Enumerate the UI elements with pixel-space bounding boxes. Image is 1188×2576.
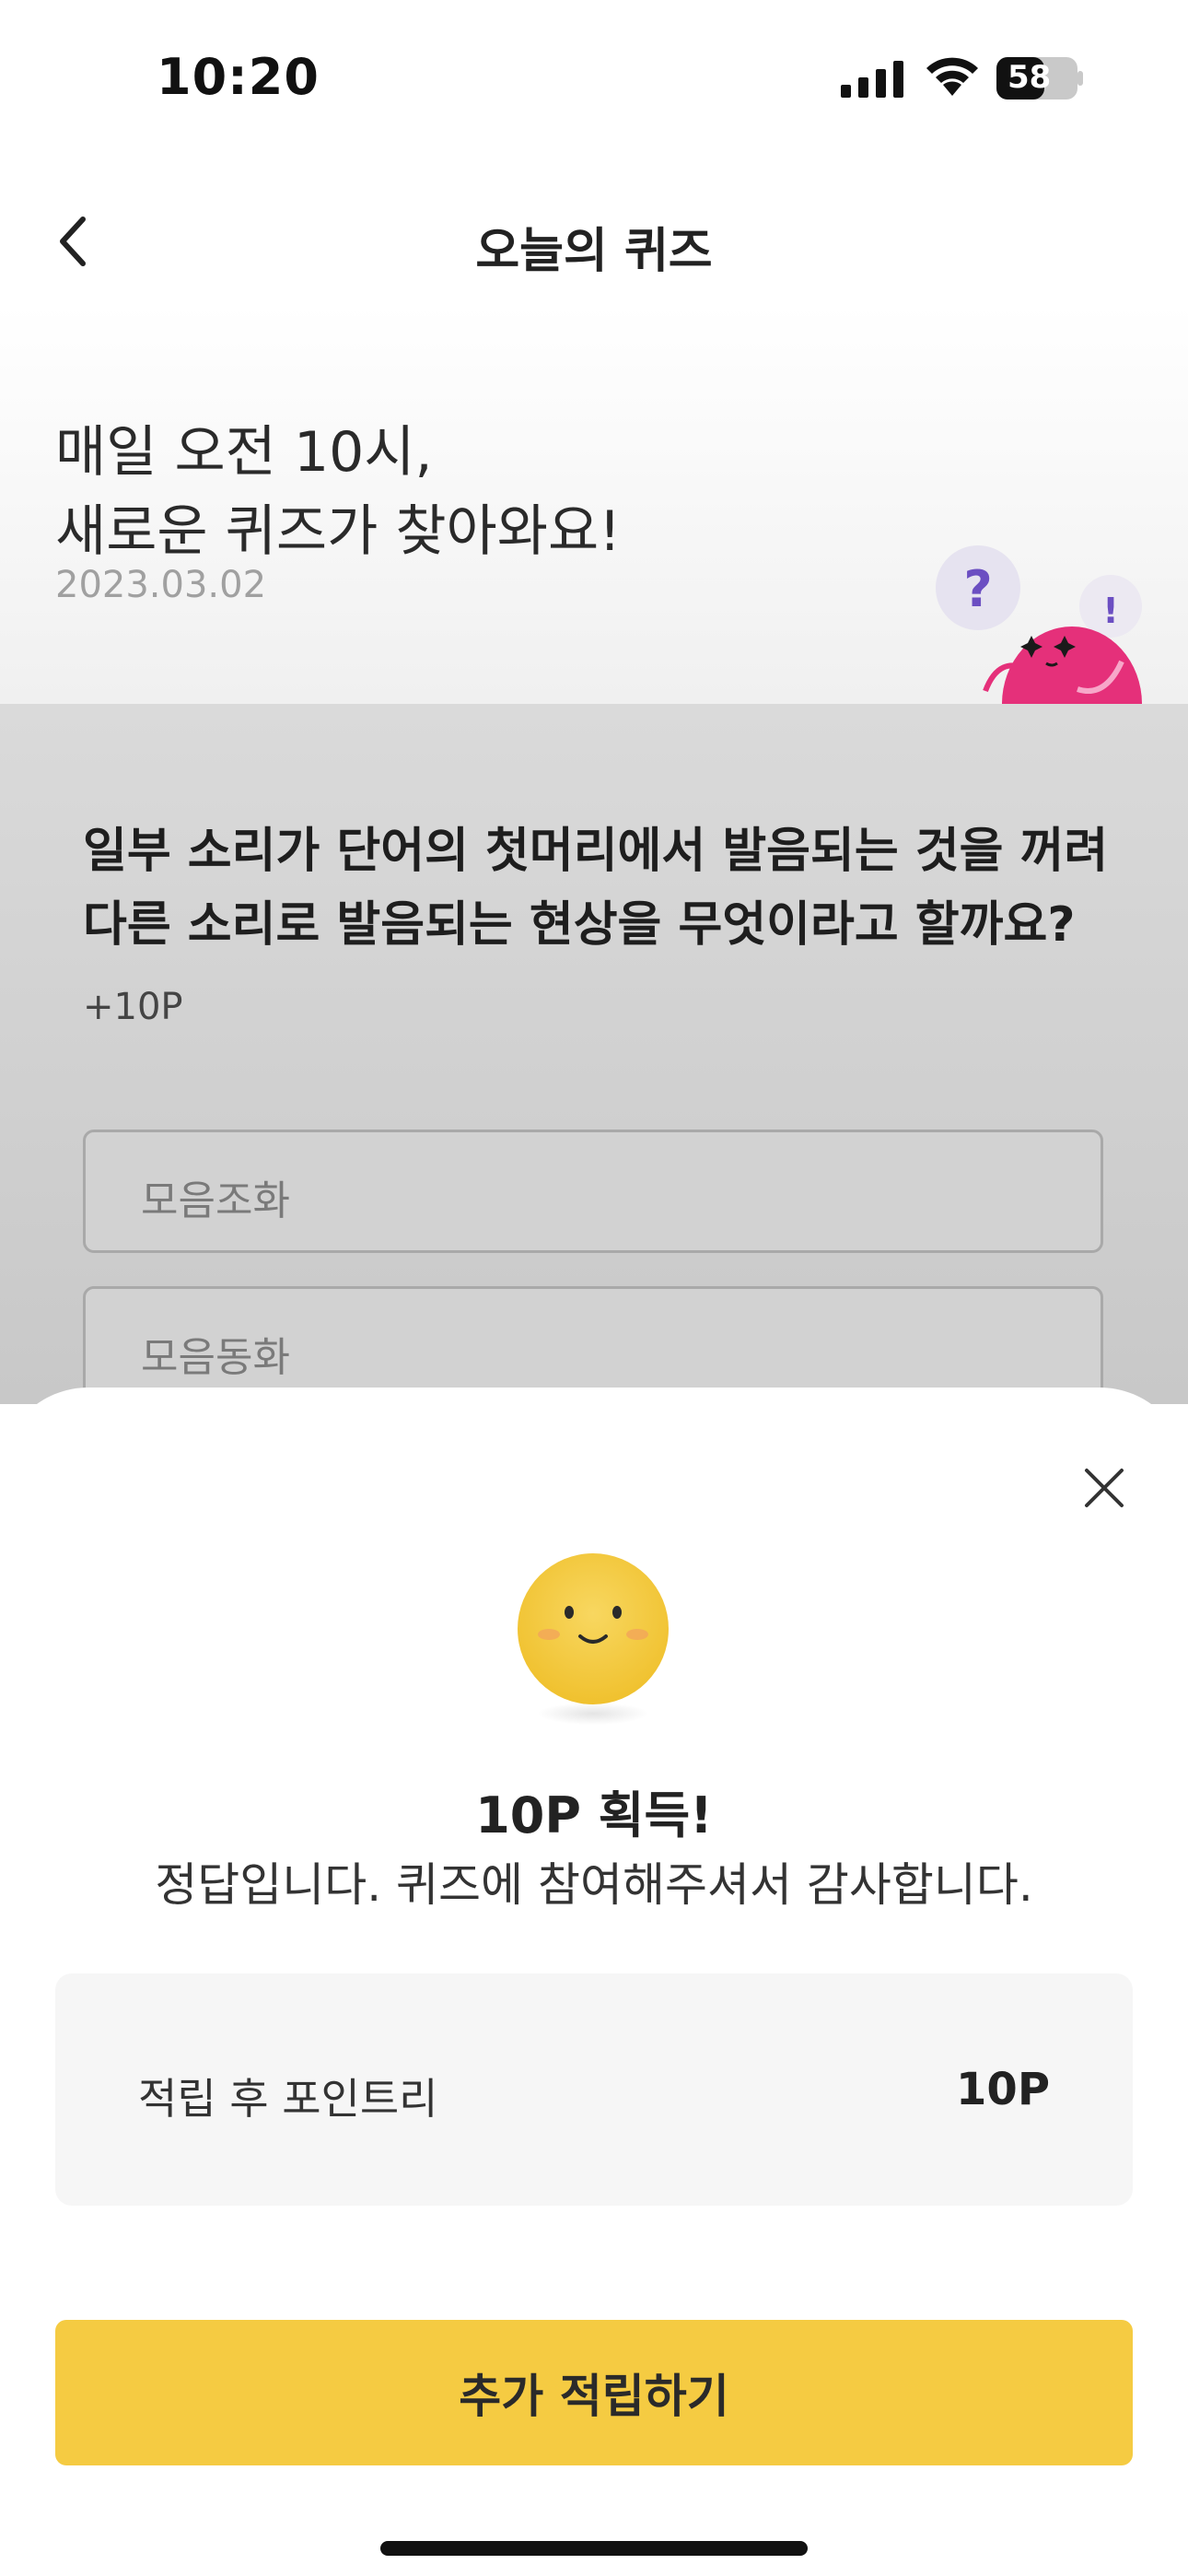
point-balance-label: 적립 후 포인트리	[138, 2074, 438, 2124]
quiz-area: 일부 소리가 단어의 첫머리에서 발음되는 것을 꺼려 다른 소리로 발음되는 …	[0, 704, 1188, 1410]
answer-option-label: 모음조화	[141, 1177, 290, 1224]
smile-icon	[518, 1553, 669, 1725]
page-title: 오늘의 퀴즈	[475, 224, 713, 279]
status-bar: 10:20 58	[0, 0, 1188, 157]
nav-bar: 오늘의 퀴즈	[0, 175, 1188, 304]
hero-line-2: 새로운 퀴즈가 찾아와요!	[55, 499, 622, 564]
earn-more-button[interactable]: 추가 적립하기	[55, 2320, 1133, 2465]
svg-text:!: !	[1102, 591, 1118, 631]
reward-bottom-sheet: 10P 획득! 정답입니다. 퀴즈에 참여해주셔서 감사합니다. 적립 후 포인…	[0, 1388, 1188, 2576]
signal-icon	[841, 61, 903, 98]
quiz-page: 10:20 58 오늘의 퀴즈 매일 오전 10시, 새로운 퀴즈가 찾아와요!…	[0, 0, 1188, 2576]
quiz-points: +10P	[83, 986, 183, 1028]
close-icon[interactable]	[1083, 1467, 1125, 1509]
mascot-illustration: ? !	[936, 545, 1142, 704]
hero-line-1: 매일 오전 10시,	[55, 420, 433, 485]
point-balance-box: 적립 후 포인트리 10P	[55, 1973, 1133, 2206]
quiz-question: 일부 소리가 단어의 첫머리에서 발음되는 것을 꺼려 다른 소리로 발음되는 …	[83, 824, 1109, 953]
hero-date: 2023.03.02	[55, 564, 267, 606]
answer-option-label: 모음동화	[141, 1334, 290, 1381]
point-balance-value: 10P	[956, 2064, 1050, 2115]
hero-banner: 매일 오전 10시, 새로운 퀴즈가 찾아와요! 2023.03.02 ? !	[0, 304, 1188, 704]
reward-title: 10P 획득!	[475, 1786, 713, 1844]
svg-text:?: ?	[963, 560, 992, 618]
wifi-icon	[926, 57, 978, 96]
status-time: 10:20	[157, 48, 320, 106]
reward-message: 정답입니다. 퀴즈에 참여해주셔서 감사합니다.	[155, 1858, 1033, 1912]
home-indicator	[380, 2541, 808, 2556]
answer-option[interactable]: 모음조화	[83, 1130, 1103, 1253]
battery-percent: 58	[1007, 59, 1052, 96]
